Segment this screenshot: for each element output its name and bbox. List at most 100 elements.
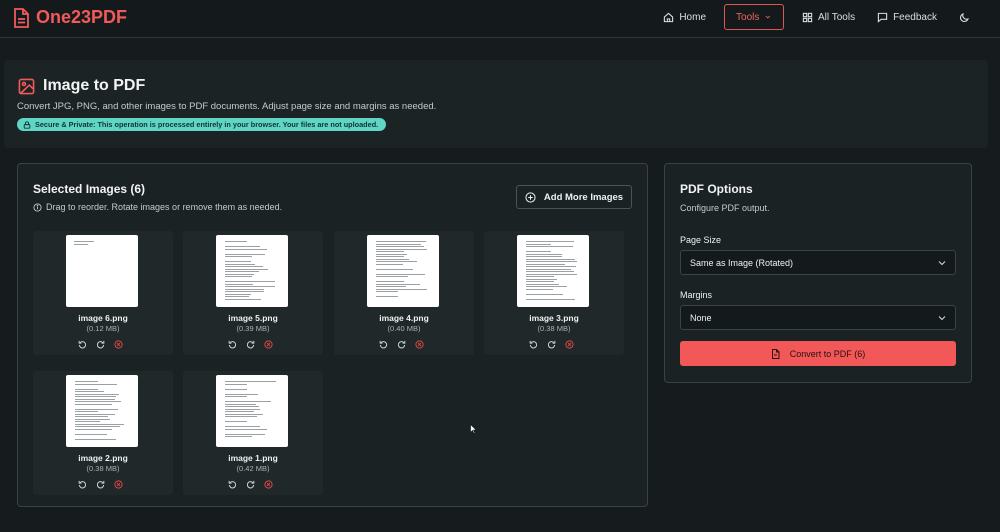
thumbnail-text-line bbox=[225, 381, 276, 382]
rotate-left-icon[interactable] bbox=[78, 340, 87, 349]
rotate-right-icon[interactable] bbox=[547, 340, 556, 349]
thumbnail-text-line bbox=[75, 413, 115, 415]
thumbnail-text-line bbox=[225, 256, 252, 257]
nav-tools-dropdown[interactable]: Tools bbox=[724, 4, 785, 30]
image-card[interactable]: image 6.png (0.12 MB) bbox=[33, 231, 173, 355]
remove-icon[interactable] bbox=[264, 480, 273, 489]
remove-icon[interactable] bbox=[114, 480, 123, 489]
image-thumbnail bbox=[216, 375, 288, 447]
remove-icon[interactable] bbox=[415, 340, 424, 349]
margins-select[interactable]: None bbox=[680, 305, 956, 330]
reorder-hint-text: Drag to reorder. Rotate images or remove… bbox=[46, 202, 283, 212]
thumbnail-text-line bbox=[376, 253, 407, 255]
image-actions bbox=[228, 340, 273, 349]
thumbnail-text-line bbox=[75, 416, 108, 417]
image-card[interactable]: image 2.png (0.38 MB) bbox=[33, 371, 173, 495]
rotate-left-icon[interactable] bbox=[529, 340, 538, 349]
nav-all-tools[interactable]: All Tools bbox=[798, 4, 859, 30]
rotate-right-icon[interactable] bbox=[246, 480, 255, 489]
thumbnail-text-line bbox=[526, 246, 573, 247]
image-card[interactable]: image 1.png (0.42 MB) bbox=[183, 371, 323, 495]
moon-icon bbox=[959, 12, 969, 22]
app-logo[interactable]: One23PDF bbox=[12, 7, 127, 28]
rotate-right-icon[interactable] bbox=[397, 340, 406, 349]
thumbnail-text-line bbox=[225, 261, 251, 262]
margins-value: None bbox=[690, 312, 712, 323]
image-card[interactable]: image 5.png (0.39 MB) bbox=[183, 231, 323, 355]
page-size-value: Same as Image (Rotated) bbox=[690, 257, 794, 268]
thumbnail-text-line bbox=[75, 411, 98, 412]
rotate-left-icon[interactable] bbox=[228, 340, 237, 349]
thumbnail-text-line bbox=[376, 273, 425, 275]
thumbnail-text-line bbox=[225, 293, 251, 295]
nav-menu: Home Tools All Tools Feedback bbox=[659, 4, 974, 30]
thumbnail-text-line bbox=[225, 383, 247, 385]
thumbnail-text-line bbox=[225, 408, 260, 410]
thumbnail-text-line bbox=[526, 266, 576, 267]
thumbnail-text-line bbox=[526, 288, 553, 290]
file-text-icon bbox=[14, 7, 29, 28]
thumbnail-text-line bbox=[225, 273, 254, 275]
image-thumbnail bbox=[517, 235, 589, 307]
grid-icon bbox=[802, 12, 813, 22]
thumbnail-text-line bbox=[376, 246, 424, 247]
nav-home[interactable]: Home bbox=[659, 4, 710, 30]
image-card[interactable]: image 4.png (0.40 MB) bbox=[334, 231, 474, 355]
thumbnail-text-line bbox=[526, 241, 574, 242]
rotate-right-icon[interactable] bbox=[246, 340, 255, 349]
remove-icon[interactable] bbox=[264, 340, 273, 349]
thumbnail-text-line bbox=[75, 398, 115, 400]
rotate-left-icon[interactable] bbox=[228, 480, 237, 489]
thumbnail-text-line bbox=[526, 281, 554, 282]
thumbnail-text-line bbox=[74, 241, 94, 242]
thumbnail-text-line bbox=[526, 243, 551, 245]
image-size: (0.42 MB) bbox=[236, 464, 270, 473]
thumbnail-text-line bbox=[376, 241, 426, 242]
convert-to-pdf-button[interactable]: Convert to PDF (6) bbox=[680, 341, 956, 366]
remove-icon[interactable] bbox=[114, 340, 123, 349]
thumbnail-text-line bbox=[225, 286, 275, 287]
thumbnail-text-line bbox=[75, 381, 98, 382]
thumbnail-text-line bbox=[225, 253, 265, 255]
thumbnail-text-line bbox=[75, 423, 124, 425]
thumbnail-text-line bbox=[75, 438, 116, 440]
image-card[interactable]: image 3.png (0.38 MB) bbox=[484, 231, 624, 355]
page-size-select[interactable]: Same as Image (Rotated) bbox=[680, 250, 956, 275]
add-more-images-label: Add More Images bbox=[543, 191, 624, 203]
rotate-left-icon[interactable] bbox=[78, 480, 87, 489]
thumbnail-text-line bbox=[225, 296, 249, 297]
thumbnail-text-line bbox=[376, 296, 398, 297]
nav-home-label: Home bbox=[679, 11, 707, 23]
image-actions bbox=[228, 480, 273, 489]
rotate-right-icon[interactable] bbox=[96, 340, 105, 349]
chevron-down-icon bbox=[938, 261, 946, 266]
thumbnail-text-line bbox=[225, 421, 247, 422]
info-icon bbox=[33, 202, 42, 212]
image-thumbnail bbox=[367, 235, 439, 307]
thumbnail-text-line bbox=[225, 288, 264, 290]
thumbnail-text-line bbox=[526, 298, 575, 300]
thumbnail-text-line bbox=[75, 433, 107, 435]
remove-icon[interactable] bbox=[565, 340, 574, 349]
thumbnail-text-line bbox=[225, 401, 271, 402]
thumbnail-text-line bbox=[75, 401, 121, 402]
file-icon bbox=[771, 348, 780, 359]
image-thumbnail bbox=[66, 235, 138, 307]
thumbnail-text-line bbox=[225, 263, 255, 265]
pdf-options-subtitle: Configure PDF output. bbox=[680, 203, 770, 213]
theme-toggle[interactable] bbox=[955, 4, 974, 30]
thumbnail-text-line bbox=[225, 406, 259, 407]
tool-header: Image to PDF Convert JPG, PNG, and other… bbox=[4, 60, 988, 148]
rotate-left-icon[interactable] bbox=[379, 340, 388, 349]
thumbnail-text-line bbox=[74, 244, 88, 245]
rotate-right-icon[interactable] bbox=[96, 480, 105, 489]
add-more-images-button[interactable]: Add More Images bbox=[516, 185, 632, 209]
thumbnail-text-line bbox=[225, 268, 268, 270]
image-name: image 6.png bbox=[78, 313, 128, 323]
nav-feedback[interactable]: Feedback bbox=[873, 4, 941, 30]
thumbnail-text-line bbox=[75, 383, 117, 385]
chevron-down-icon bbox=[765, 15, 771, 19]
image-actions bbox=[379, 340, 424, 349]
app-name: One23PDF bbox=[36, 7, 128, 27]
thumbnail-text-line bbox=[225, 411, 254, 412]
